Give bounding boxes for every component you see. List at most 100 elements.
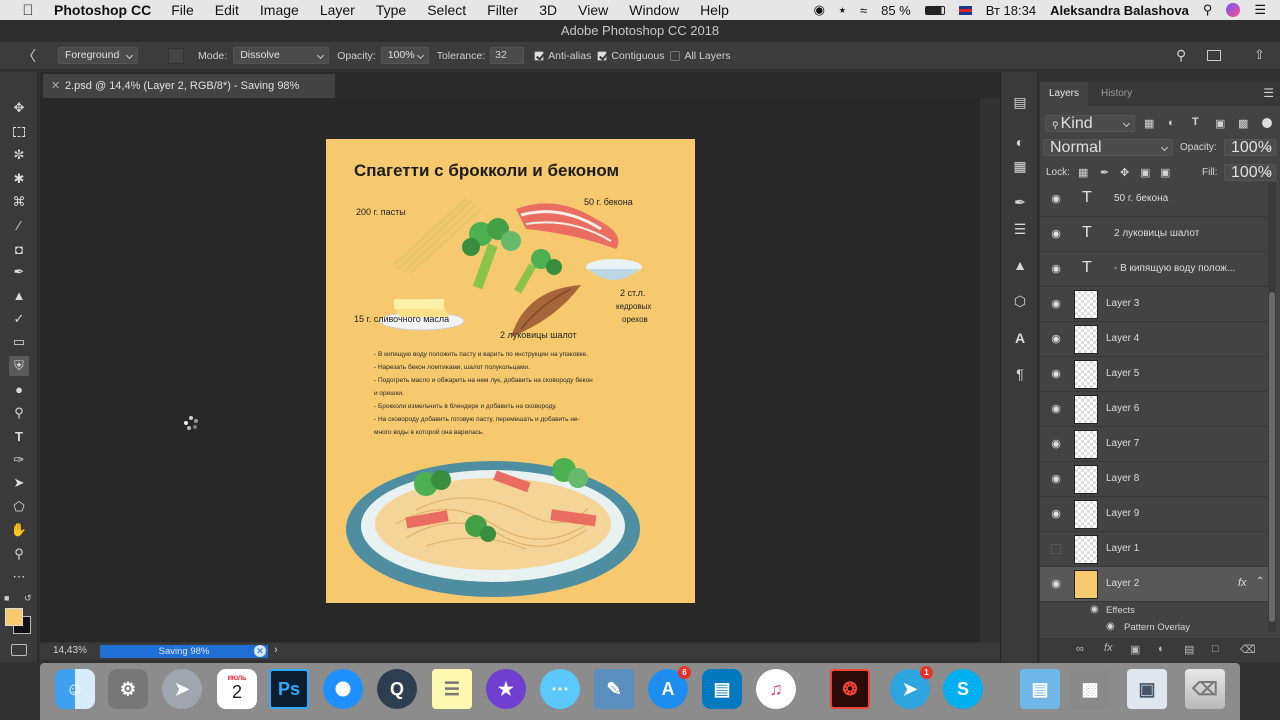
dodge-tool-icon[interactable]: ⚲ — [9, 403, 29, 423]
visibility-eye-icon[interactable]: ◉ — [1049, 508, 1063, 520]
zoom-tool-icon[interactable]: ⚲ — [9, 544, 29, 564]
layer-row[interactable]: ◉ T 50 г. бекона — [1040, 182, 1268, 217]
filter-toggle-icon[interactable] — [1262, 118, 1272, 128]
filter-pixel-icon[interactable]: ▦ — [1144, 117, 1154, 130]
lock-all-icon[interactable]: ▣ — [1160, 166, 1170, 179]
swatches-icon[interactable]: ▦ — [1010, 156, 1030, 176]
close-tab-icon[interactable]: ✕ — [51, 74, 60, 98]
shape-tool-icon[interactable]: ⬠ — [9, 497, 29, 517]
antialias-checkbox[interactable] — [534, 50, 545, 61]
folder-stack-icon[interactable]: ▩ — [1070, 669, 1110, 709]
new-adjustment-icon[interactable]: ◐ — [1158, 643, 1165, 655]
lock-image-icon[interactable]: ✒ — [1100, 166, 1109, 179]
visibility-eye-icon[interactable]: ◉ — [1049, 333, 1063, 345]
lock-artboard-icon[interactable]: ▣ — [1140, 166, 1150, 179]
pattern-swatch[interactable] — [168, 47, 184, 64]
share-icon[interactable]: ⇧ — [1254, 47, 1265, 63]
filter-smart-object-icon[interactable]: ▩ — [1238, 117, 1248, 130]
screenshot-stack-icon[interactable]: ▣ — [1127, 669, 1167, 709]
menu-type[interactable]: Type — [376, 2, 406, 18]
pen-tool-icon[interactable]: ✑ — [9, 450, 29, 470]
layer-row[interactable]: ◉ Layer 4 — [1040, 322, 1268, 357]
tab-layers[interactable]: Layers — [1040, 82, 1089, 106]
link-layers-icon[interactable]: ∞ — [1076, 643, 1084, 655]
paragraph-icon[interactable]: ¶ — [1010, 364, 1030, 384]
filter-type-icon[interactable]: T — [1192, 116, 1199, 128]
add-mask-icon[interactable]: ▣ — [1130, 643, 1140, 656]
workspace-icon[interactable] — [1207, 50, 1221, 61]
clock[interactable]: Вт 18:34 — [986, 3, 1036, 18]
layer-row[interactable]: ◉ Layer 9 — [1040, 497, 1268, 532]
brushes-icon[interactable]: ✒ — [1010, 192, 1030, 212]
layer-row[interactable]: ◉ Layer 6 — [1040, 392, 1268, 427]
eraser-tool-icon[interactable]: ▭ — [9, 332, 29, 352]
visibility-eye-icon[interactable]: ◉ — [1049, 403, 1063, 415]
eyedropper-tool-icon[interactable]: ∕ — [9, 215, 29, 235]
layer-row[interactable]: ◉ T - В кипящую воду полож... — [1040, 252, 1268, 287]
creative-cloud-icon[interactable]: ◉ — [814, 2, 825, 18]
blur-tool-icon[interactable]: ● — [9, 379, 29, 399]
new-layer-icon[interactable]: □ — [1212, 643, 1219, 655]
filter-kind-select[interactable]: ⚲ Kind — [1045, 115, 1135, 132]
menu-layer[interactable]: Layer — [320, 2, 355, 18]
marquee-tool-icon[interactable] — [9, 122, 29, 142]
imovie-icon[interactable]: ★ — [486, 669, 526, 709]
brush-tool-icon[interactable]: ✒ — [9, 262, 29, 282]
contiguous-checkbox[interactable] — [597, 50, 608, 61]
swap-colors-icon[interactable]: ↺ — [24, 593, 32, 604]
calendar-icon[interactable]: ИЮЛЬ 2 — [217, 669, 257, 709]
user-menu[interactable]: Aleksandra Balashova — [1050, 3, 1189, 18]
more-tools-icon[interactable]: ⋯ — [9, 567, 29, 587]
telegram-icon[interactable]: ➤ 1 — [890, 666, 933, 709]
menu-help[interactable]: Help — [700, 2, 729, 18]
notes-icon[interactable]: ☰ — [432, 669, 472, 709]
bluetooth-icon[interactable]: ⭑ — [839, 2, 846, 18]
app-store-icon[interactable]: A 6 — [648, 666, 691, 709]
layer-row[interactable]: ◉ Layer 5 — [1040, 357, 1268, 392]
photoshop-icon[interactable]: Ps — [269, 669, 309, 709]
layer-row[interactable]: ◉ Layer 8 — [1040, 462, 1268, 497]
filter-adjustment-icon[interactable]: ◐ — [1168, 117, 1175, 129]
menu-window[interactable]: Window — [629, 2, 679, 18]
downloads-folder-icon[interactable]: ▤ — [1020, 669, 1060, 709]
effect-eye-icon[interactable]: ◉ — [1106, 621, 1115, 632]
visibility-eye-icon[interactable]: ◉ — [1049, 193, 1063, 205]
menu-3d[interactable]: 3D — [539, 2, 557, 18]
panel-menu-icon[interactable]: ☰ — [1263, 86, 1274, 100]
menu-view[interactable]: View — [578, 2, 608, 18]
status-menu-arrow-icon[interactable]: › — [274, 644, 278, 656]
layer-row[interactable]: ◉ T 2 луковицы шалот — [1040, 217, 1268, 252]
visibility-eye-icon[interactable]: ◉ — [1049, 438, 1063, 450]
effect-item-row[interactable]: ◉ Pattern Overlay — [1040, 619, 1268, 636]
effects-row[interactable]: ◉ Effects — [1040, 602, 1268, 619]
fill-source-select[interactable]: Foreground — [58, 47, 138, 64]
history-brush-tool-icon[interactable]: ✓ — [9, 309, 29, 329]
battery-text[interactable]: 85 % — [881, 3, 911, 18]
layer-opacity-input[interactable]: 100% — [1224, 139, 1276, 156]
trash-icon[interactable]: ⌫ — [1185, 669, 1225, 709]
visibility-eye-icon[interactable]: ◉ — [1049, 228, 1063, 240]
skype-icon[interactable]: S — [943, 669, 983, 709]
layer-row-selected[interactable]: ◉ Layer 2 fx ⌃ — [1040, 567, 1268, 602]
effects-eye-icon[interactable]: ◉ — [1090, 604, 1099, 615]
type-tool-icon[interactable]: T — [9, 426, 29, 446]
libraries-icon[interactable]: ▤ — [1010, 92, 1030, 112]
menu-image[interactable]: Image — [260, 2, 299, 18]
visibility-eye-icon[interactable]: ◉ — [1049, 298, 1063, 310]
app-menu[interactable]: Photoshop CC — [54, 2, 151, 18]
hand-tool-icon[interactable]: ✋ — [9, 520, 29, 540]
properties-icon[interactable]: ☰ — [1010, 219, 1030, 239]
visibility-eye-icon[interactable]: ◉ — [1049, 473, 1063, 485]
3d-icon[interactable]: ⬡ — [1010, 291, 1030, 311]
paint-bucket-tool-icon[interactable]: 〈 — [22, 46, 36, 66]
spotlight-icon[interactable]: ⚲ — [1203, 2, 1213, 18]
finder-icon[interactable]: ☺ — [55, 669, 95, 709]
healing-brush-tool-icon[interactable]: ◘ — [9, 239, 29, 259]
layer-row[interactable]: ◉ Layer 7 — [1040, 427, 1268, 462]
crop-tool-icon[interactable]: ⌘ — [9, 192, 29, 212]
visibility-eye-icon[interactable]: ◉ — [1049, 578, 1063, 590]
acrobat-icon[interactable]: ❂ — [830, 669, 870, 709]
menu-filter[interactable]: Filter — [487, 2, 518, 18]
trello-icon[interactable]: ▤ — [702, 669, 742, 709]
default-colors-icon[interactable]: ■ — [4, 593, 9, 603]
